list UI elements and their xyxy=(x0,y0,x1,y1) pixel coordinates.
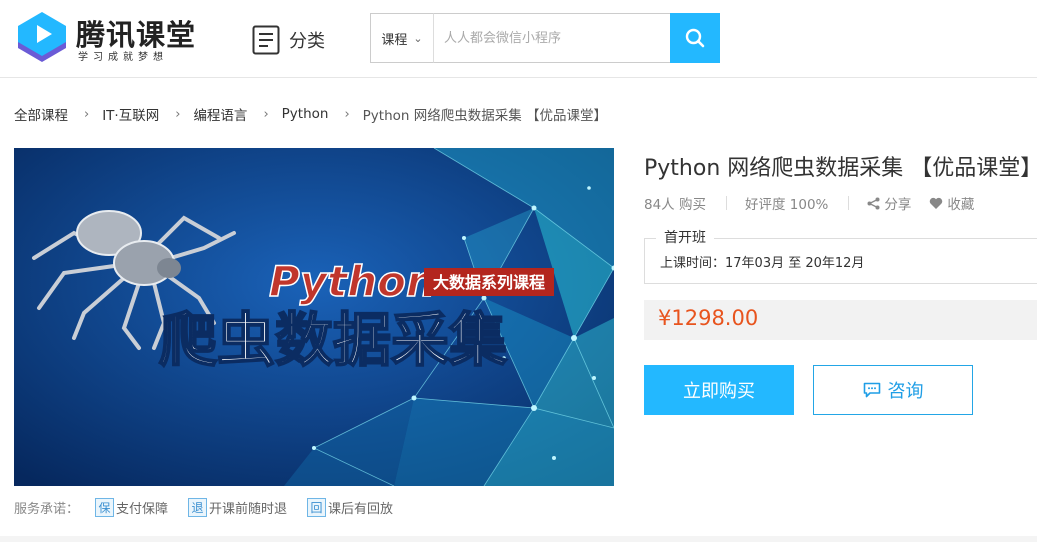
rating: 好评度 100% xyxy=(744,197,829,213)
service-item-refund: 退 开课前随时退 xyxy=(188,497,288,517)
service-item-label: 支付保障 xyxy=(116,501,169,517)
service-label: 服务承诺： xyxy=(14,501,80,517)
category-label: 分类 xyxy=(289,31,325,52)
search-bar: 课程 ⌄ xyxy=(370,13,720,63)
stats-divider xyxy=(848,196,850,210)
top-header: 腾讯课堂 学习成就梦想 分类 课程 ⌄ xyxy=(0,0,1037,78)
heart-icon xyxy=(930,197,943,209)
chevron-right-icon: › xyxy=(175,106,181,122)
play-logo-icon xyxy=(18,12,66,62)
consult-button[interactable]: 咨询 xyxy=(813,365,973,415)
chevron-down-icon: ⌄ xyxy=(413,31,423,45)
cover-artwork: Python 大数据系列课程 爬虫数据采集 xyxy=(14,148,614,486)
search-icon xyxy=(685,28,705,48)
replay-icon: 回 xyxy=(307,497,327,517)
class-time: 上课时间：17年03月 至 20年12月 xyxy=(660,256,865,271)
search-input[interactable] xyxy=(434,13,670,63)
chevron-right-icon: › xyxy=(263,106,269,122)
consult-label: 咨询 xyxy=(887,381,924,402)
course-price: ¥1298.00 xyxy=(658,306,759,330)
buyer-count: 84人 购买 xyxy=(644,197,706,213)
share-button[interactable]: 分享 xyxy=(867,193,911,213)
share-label: 分享 xyxy=(884,197,912,213)
stats-divider xyxy=(725,196,727,210)
chevron-right-icon: › xyxy=(84,106,90,122)
favorite-label: 收藏 xyxy=(947,197,975,213)
chevron-right-icon: › xyxy=(344,106,350,122)
share-icon xyxy=(867,197,880,209)
cover-title-en: Python xyxy=(269,257,436,306)
service-item-label: 开课前随时退 xyxy=(209,501,288,517)
breadcrumb-item-current: Python 网络爬虫数据采集 【优品课堂】 xyxy=(362,108,608,124)
list-icon xyxy=(252,25,280,55)
service-promises: 服务承诺： 保 支付保障 退 开课前随时退 回 课后有回放 xyxy=(14,496,413,518)
cover-title-cn: 爬虫数据采集 xyxy=(159,306,507,374)
search-type-select[interactable]: 课程 ⌄ xyxy=(370,13,434,63)
breadcrumb-item-programming[interactable]: 编程语言 xyxy=(193,104,247,124)
chat-icon xyxy=(863,382,880,398)
service-item-payment: 保 支付保障 xyxy=(95,497,169,517)
course-stats: 84人 购买 好评度 100% 分享 收藏 xyxy=(644,193,974,213)
service-item-label: 课后有回放 xyxy=(328,501,394,517)
breadcrumb: 全部课程 › IT·互联网 › 编程语言 › Python › Python 网… xyxy=(14,103,607,125)
section-divider xyxy=(0,536,1037,542)
breadcrumb-item-all-courses[interactable]: 全部课程 xyxy=(14,104,68,124)
favorite-button[interactable]: 收藏 xyxy=(929,193,974,213)
buy-now-label: 立即购买 xyxy=(683,381,755,402)
class-name: 首开班 xyxy=(656,227,714,247)
search-button[interactable] xyxy=(670,13,720,63)
refund-icon: 退 xyxy=(188,497,208,517)
service-item-replay: 回 课后有回放 xyxy=(307,497,394,517)
course-cover-image[interactable]: Python 大数据系列课程 爬虫数据采集 xyxy=(14,148,614,486)
buy-now-button[interactable]: 立即购买 xyxy=(644,365,794,415)
breadcrumb-item-python[interactable]: Python xyxy=(282,106,329,122)
logo[interactable]: 腾讯课堂 学习成就梦想 xyxy=(14,10,204,66)
search-type-label: 课程 xyxy=(381,32,408,48)
category-menu[interactable]: 分类 xyxy=(252,24,325,56)
cover-tag: 大数据系列课程 xyxy=(433,273,545,292)
logo-slogan: 学习成就梦想 xyxy=(78,52,168,63)
breadcrumb-item-it[interactable]: IT·互联网 xyxy=(102,104,159,124)
payment-guarantee-icon: 保 xyxy=(95,497,115,517)
course-title: Python 网络爬虫数据采集 【优品课堂】 xyxy=(644,156,1037,181)
